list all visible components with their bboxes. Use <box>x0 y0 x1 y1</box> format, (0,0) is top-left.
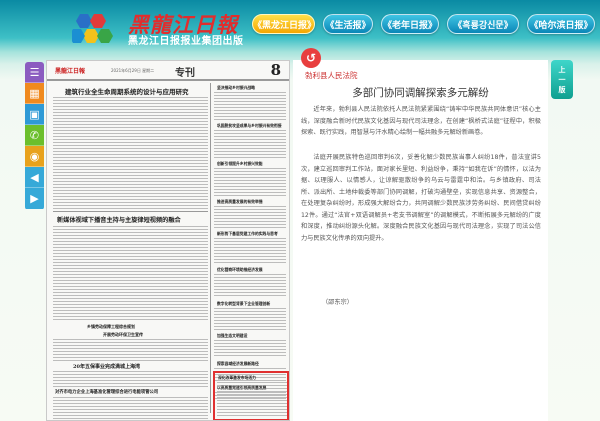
article-body-2 <box>53 226 208 321</box>
headline-3[interactable]: 乡镇劳动保障工程综合规划 <box>87 324 135 330</box>
prev-label-2: 一 <box>558 75 566 84</box>
headline-13[interactable]: 数字化转型背景下企业管理创新 <box>217 301 287 307</box>
right-body-5 <box>214 238 286 264</box>
tab-heilongjiang-daily[interactable]: 《黑龙江日报》 <box>252 14 316 34</box>
previous-page-button[interactable]: 上 一 版 <box>551 60 573 99</box>
right-body-7 <box>214 308 286 330</box>
tab-elderly-daily[interactable]: 《老年日报》 <box>381 14 439 34</box>
grid-icon[interactable]: ▣ <box>25 104 44 125</box>
arrow-left-icon[interactable]: ◀ <box>25 167 44 188</box>
article-signature: （邵东宗） <box>322 299 353 306</box>
right-body-1 <box>214 92 286 120</box>
column-divider <box>210 83 211 413</box>
selected-article-body <box>217 382 287 418</box>
headline-14[interactable]: 加强生态文明建设 <box>217 333 287 339</box>
page-masthead: 黑龍江日報 <box>55 68 86 75</box>
right-body-2 <box>214 130 286 158</box>
page-header: 黑龍江日報 2021年6月29日 星期二 专刊 8 <box>47 61 289 81</box>
right-body-4 <box>214 206 286 228</box>
page-number: 8 <box>270 61 281 79</box>
headline-2[interactable]: 新媒体视域下播音主持与主旋律短视频的融合 <box>57 215 181 224</box>
newspaper-page[interactable]: 黑龍江日報 2021年6月29日 星期二 专刊 8 建筑行业全生命周期系统的设计… <box>46 60 290 421</box>
calendar-icon[interactable]: ▦ <box>25 83 44 104</box>
headline-10[interactable]: 推进高质量发展的有效举措 <box>217 199 287 205</box>
headline-11[interactable]: 新形势下基层党建工作的实践与思考 <box>217 231 287 237</box>
article-source: 勃利县人民法院 <box>305 71 358 80</box>
prev-label-1: 上 <box>558 65 566 74</box>
page-section-title: 专刊 <box>175 68 195 79</box>
article-body-4 <box>53 371 208 387</box>
headline-8[interactable]: 巩固脱贫攻坚成果与乡村振兴有效衔接 <box>217 123 287 129</box>
tab-life-daily[interactable]: 《生活报》 <box>323 14 373 34</box>
headline-1[interactable]: 建筑行业全生命周期系统的设计与应用研究 <box>65 86 189 96</box>
right-body-3 <box>214 168 286 196</box>
headline-9[interactable]: 创新引领提升乡村振兴效能 <box>217 161 287 167</box>
newspaper-group-logo-icon <box>72 14 113 43</box>
article-body-3 <box>53 339 208 361</box>
headline-6[interactable]: 对齐市电力企业上海基准化管理综合进行电能项管公司 <box>55 389 207 395</box>
weibo-icon[interactable]: ◉ <box>25 146 44 167</box>
wechat-icon[interactable]: ✆ <box>25 125 44 146</box>
tool-sidebar: ☰ ▦ ▣ ✆ ◉ ◀ ▶ <box>25 62 44 210</box>
right-body-8 <box>214 340 286 358</box>
arrow-right-icon[interactable]: ▶ <box>25 188 44 209</box>
headline-5[interactable]: 20年五保事业完成满城上海湾 <box>73 363 140 370</box>
masthead-subtitle: 黑龙江日报报业集团出版 <box>128 36 244 47</box>
section-divider <box>53 211 208 212</box>
prev-label-3: 版 <box>558 85 566 94</box>
headline-4[interactable]: 开展劳动环保卫生宣传 <box>103 332 143 338</box>
article-body-5 <box>53 397 208 420</box>
article-paragraph-1: 近年来，勃利县人民法院依托人民法院紧紧围绕“铸牢中华民族共同体意识”核心主线，深… <box>301 106 541 136</box>
headline-12[interactable]: 优化营商环境助推经济发展 <box>217 267 287 273</box>
selected-article-headline: 深化改革激发市场活力 <box>218 375 256 380</box>
page-date: 2021年6月29日 星期二 <box>111 68 155 73</box>
menu-icon[interactable]: ☰ <box>25 62 44 83</box>
headline-15[interactable]: 探索县域经济发展新路径 <box>217 361 287 367</box>
article-title: 多部门协同调解探索多元解纷 <box>352 87 489 99</box>
tab-korean-newspaper[interactable]: 《흑룡강신문》 <box>447 14 519 34</box>
article-body-1 <box>53 97 208 209</box>
right-body-6 <box>214 274 286 298</box>
selected-article-box[interactable]: 深化改革激发市场活力 <box>213 371 289 420</box>
back-arrow-icon[interactable]: ↺ <box>301 48 321 68</box>
tab-harbin-daily[interactable]: 《哈尔滨日报》 <box>527 14 595 34</box>
article-paragraph-2: 法庭开展民族特色巡回审判6次，妥善化解少数民族当事人纠纷18件，普法宣讲5次，建… <box>301 154 541 242</box>
newspaper-tabs: 《黑龙江日报》 《生活报》 《老年日报》 《흑룡강신문》 《哈尔滨日报》 <box>252 14 595 34</box>
headline-7[interactable]: 坚决推动乡村振兴战略 <box>217 85 287 91</box>
